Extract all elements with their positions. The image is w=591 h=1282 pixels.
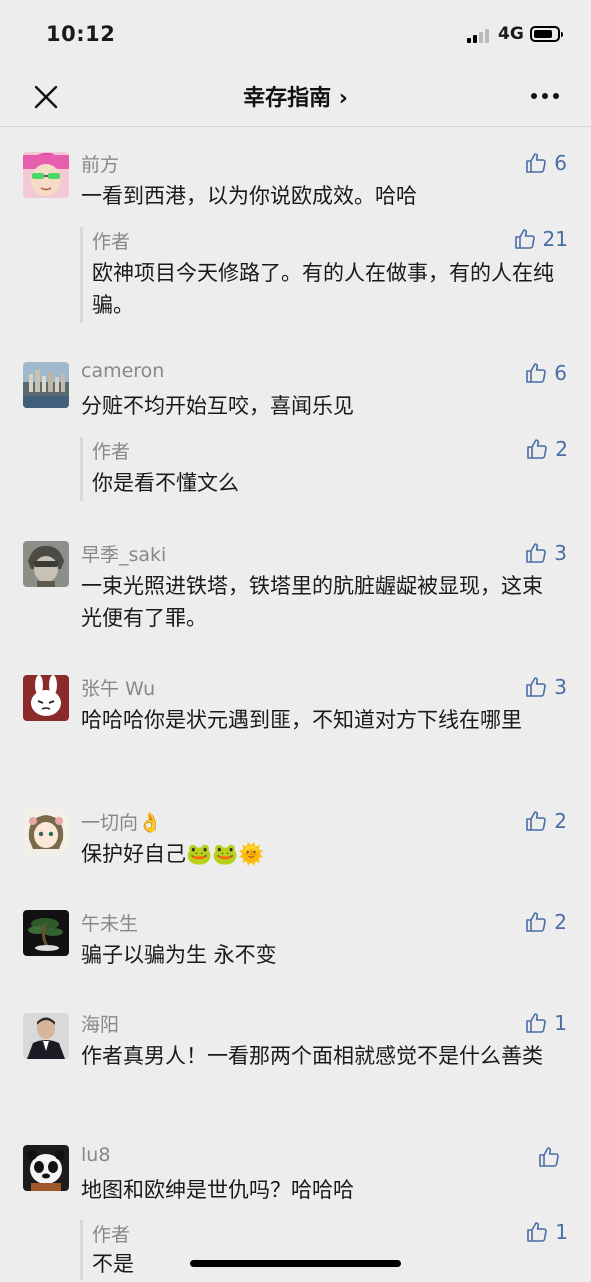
like-button[interactable]: 6: [524, 361, 567, 385]
like-button[interactable]: 2: [524, 910, 567, 934]
comment-item: 早季_saki 3 一束光照进铁塔，铁塔里的肮脏龌龊被显现，这束光便有了罪。: [0, 517, 591, 652]
author-reply: 作者 1 不是: [80, 1220, 570, 1280]
author-reply: 作者 21 欧神项目今天修路了。有的人在做事，有的人在纯骗。: [80, 227, 570, 323]
avatar[interactable]: [23, 910, 69, 956]
like-count: 3: [554, 541, 567, 565]
like-button[interactable]: 2: [525, 437, 568, 461]
comment-item: lu8 地图和欧绅是世仇吗？哈哈哈 作者 1 不是: [0, 1122, 591, 1282]
like-button[interactable]: [537, 1145, 567, 1169]
like-count: 2: [555, 437, 568, 461]
thumbs-up-icon: [527, 1222, 548, 1242]
commenter-name[interactable]: lu8: [81, 1144, 110, 1166]
like-button[interactable]: 2: [524, 809, 567, 833]
comment-text: 一看到西港，以为你说欧成效。哈哈: [81, 184, 417, 208]
commenter-name[interactable]: cameron: [81, 360, 164, 382]
avatar[interactable]: [23, 1145, 69, 1191]
like-button[interactable]: 3: [524, 541, 567, 565]
reply-author-label: 作者: [92, 1224, 131, 1246]
comment-item: 张午 Wu 3 哈哈哈你是状元遇到匪，不知道对方下线在哪里: [0, 652, 591, 787]
thumbs-up-icon: [527, 439, 548, 459]
status-bar: 10:12 4G: [0, 0, 591, 68]
like-count: 6: [554, 361, 567, 385]
commenter-name[interactable]: 早季_saki: [81, 540, 166, 567]
thumbs-up-icon: [514, 229, 535, 249]
comment-text: 作者真男人！一看那两个面相就感觉不是什么善类: [81, 1044, 543, 1068]
like-button[interactable]: 21: [513, 227, 568, 251]
like-count: 3: [554, 675, 567, 699]
thumbs-up-icon: [526, 543, 547, 563]
reply-author-label: 作者: [92, 231, 131, 253]
reply-text: 欧神项目今天修路了。有的人在做事，有的人在纯骗。: [92, 261, 554, 317]
reply-author-label: 作者: [92, 441, 131, 463]
like-count: 2: [554, 809, 567, 833]
comment-item: 海阳 1 作者真男人！一看那两个面相就感觉不是什么善类: [0, 987, 591, 1122]
like-button[interactable]: 1: [525, 1220, 568, 1244]
reply-text: 你是看不懂文么: [92, 471, 239, 495]
avatar[interactable]: [23, 809, 69, 855]
like-button[interactable]: 6: [524, 151, 567, 175]
comment-text: 分赃不均开始互咬，喜闻乐见: [81, 394, 354, 418]
status-time: 10:12: [46, 22, 116, 46]
like-button[interactable]: 1: [524, 1011, 567, 1035]
avatar[interactable]: [23, 675, 69, 721]
commenter-name[interactable]: 前方: [81, 150, 119, 177]
thumbs-up-icon: [526, 153, 547, 173]
comment-item: cameron 6 分赃不均开始互咬，喜闻乐见 作者 2 你是看不懂文么: [0, 337, 591, 517]
commenter-name[interactable]: 一切向👌: [81, 808, 162, 835]
battery-icon: [530, 26, 563, 42]
comment-item: 一切向👌 2 保护好自己🐸🐸🌞: [0, 787, 591, 887]
thumbs-up-icon: [526, 1013, 547, 1033]
comment-text: 地图和欧绅是世仇吗？哈哈哈: [81, 1178, 354, 1202]
comment-text: 哈哈哈你是状元遇到匪，不知道对方下线在哪里: [81, 708, 522, 732]
nav-bar: 幸存指南 ›: [0, 68, 591, 127]
comment-item: 前方 6 一看到西港，以为你说欧成效。哈哈 作者 21 欧神项目今天修路了。有的…: [0, 127, 591, 337]
avatar[interactable]: [23, 1013, 69, 1059]
more-icon[interactable]: [528, 84, 562, 108]
thumbs-up-icon: [526, 912, 547, 932]
thumbs-up-icon: [526, 811, 547, 831]
author-reply: 作者 2 你是看不懂文么: [80, 437, 570, 501]
cellular-signal-icon: [467, 27, 493, 43]
avatar[interactable]: [23, 541, 69, 587]
thumbs-up-icon: [526, 677, 547, 697]
comment-text: 一束光照进铁塔，铁塔里的肮脏龌龊被显现，这束光便有了罪。: [81, 574, 543, 630]
avatar[interactable]: [23, 362, 69, 408]
commenter-name[interactable]: 张午 Wu: [81, 674, 155, 701]
network-type: 4G: [498, 24, 524, 44]
comment-item: 午未生 2 骗子以骗为生 永不变: [0, 887, 591, 987]
like-count: 2: [554, 910, 567, 934]
home-indicator[interactable]: [190, 1260, 401, 1267]
thumbs-up-icon: [539, 1147, 559, 1167]
avatar[interactable]: [23, 152, 69, 198]
commenter-name[interactable]: 午未生: [81, 909, 138, 936]
page-title[interactable]: 幸存指南 ›: [0, 80, 591, 112]
like-count: 6: [554, 151, 567, 175]
like-count: 21: [542, 227, 568, 251]
comment-text: 骗子以骗为生 永不变: [81, 943, 277, 967]
like-count: 1: [554, 1011, 567, 1035]
thumbs-up-icon: [526, 363, 547, 383]
comment-text: 保护好自己🐸🐸🌞: [81, 842, 265, 866]
like-button[interactable]: 3: [524, 675, 567, 699]
commenter-name[interactable]: 海阳: [81, 1010, 119, 1037]
like-count: 1: [555, 1220, 568, 1244]
